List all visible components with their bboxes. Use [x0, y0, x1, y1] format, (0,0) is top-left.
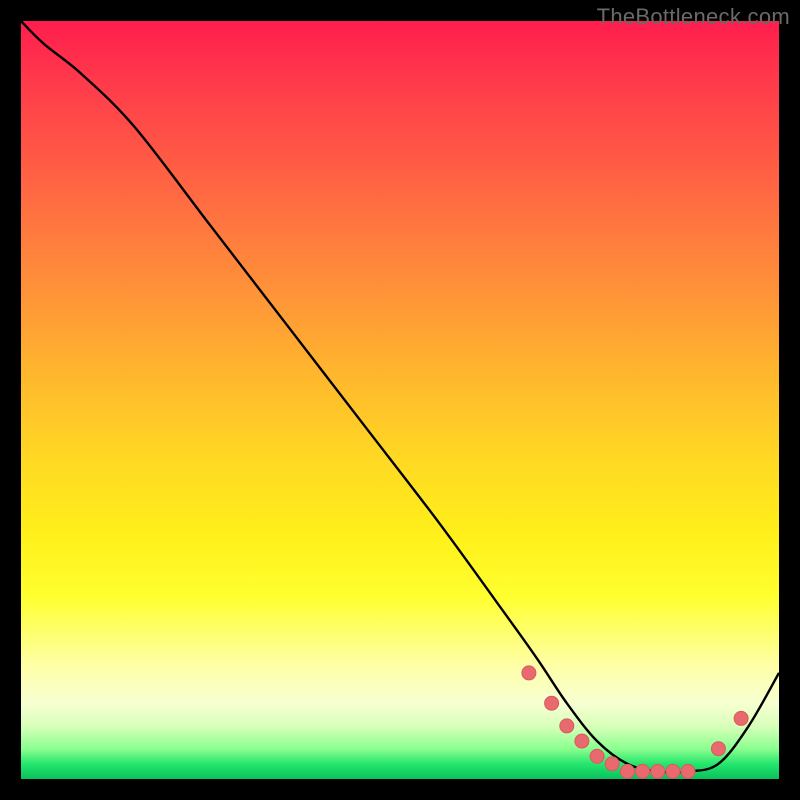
chart-frame: TheBottleneck.com	[0, 0, 800, 800]
data-marker	[666, 764, 680, 778]
curve-path	[21, 21, 779, 772]
data-marker	[545, 696, 559, 710]
data-marker	[651, 764, 665, 778]
data-marker	[636, 764, 650, 778]
data-marker	[575, 734, 589, 748]
watermark-text: TheBottleneck.com	[597, 4, 790, 30]
data-marker	[560, 719, 574, 733]
data-marker	[590, 749, 604, 763]
bottleneck-curve	[21, 21, 779, 779]
marker-group	[522, 666, 748, 779]
data-marker	[522, 666, 536, 680]
data-marker	[734, 711, 748, 725]
data-marker	[605, 757, 619, 771]
data-marker	[620, 764, 634, 778]
data-marker	[711, 742, 725, 756]
data-marker	[681, 764, 695, 778]
